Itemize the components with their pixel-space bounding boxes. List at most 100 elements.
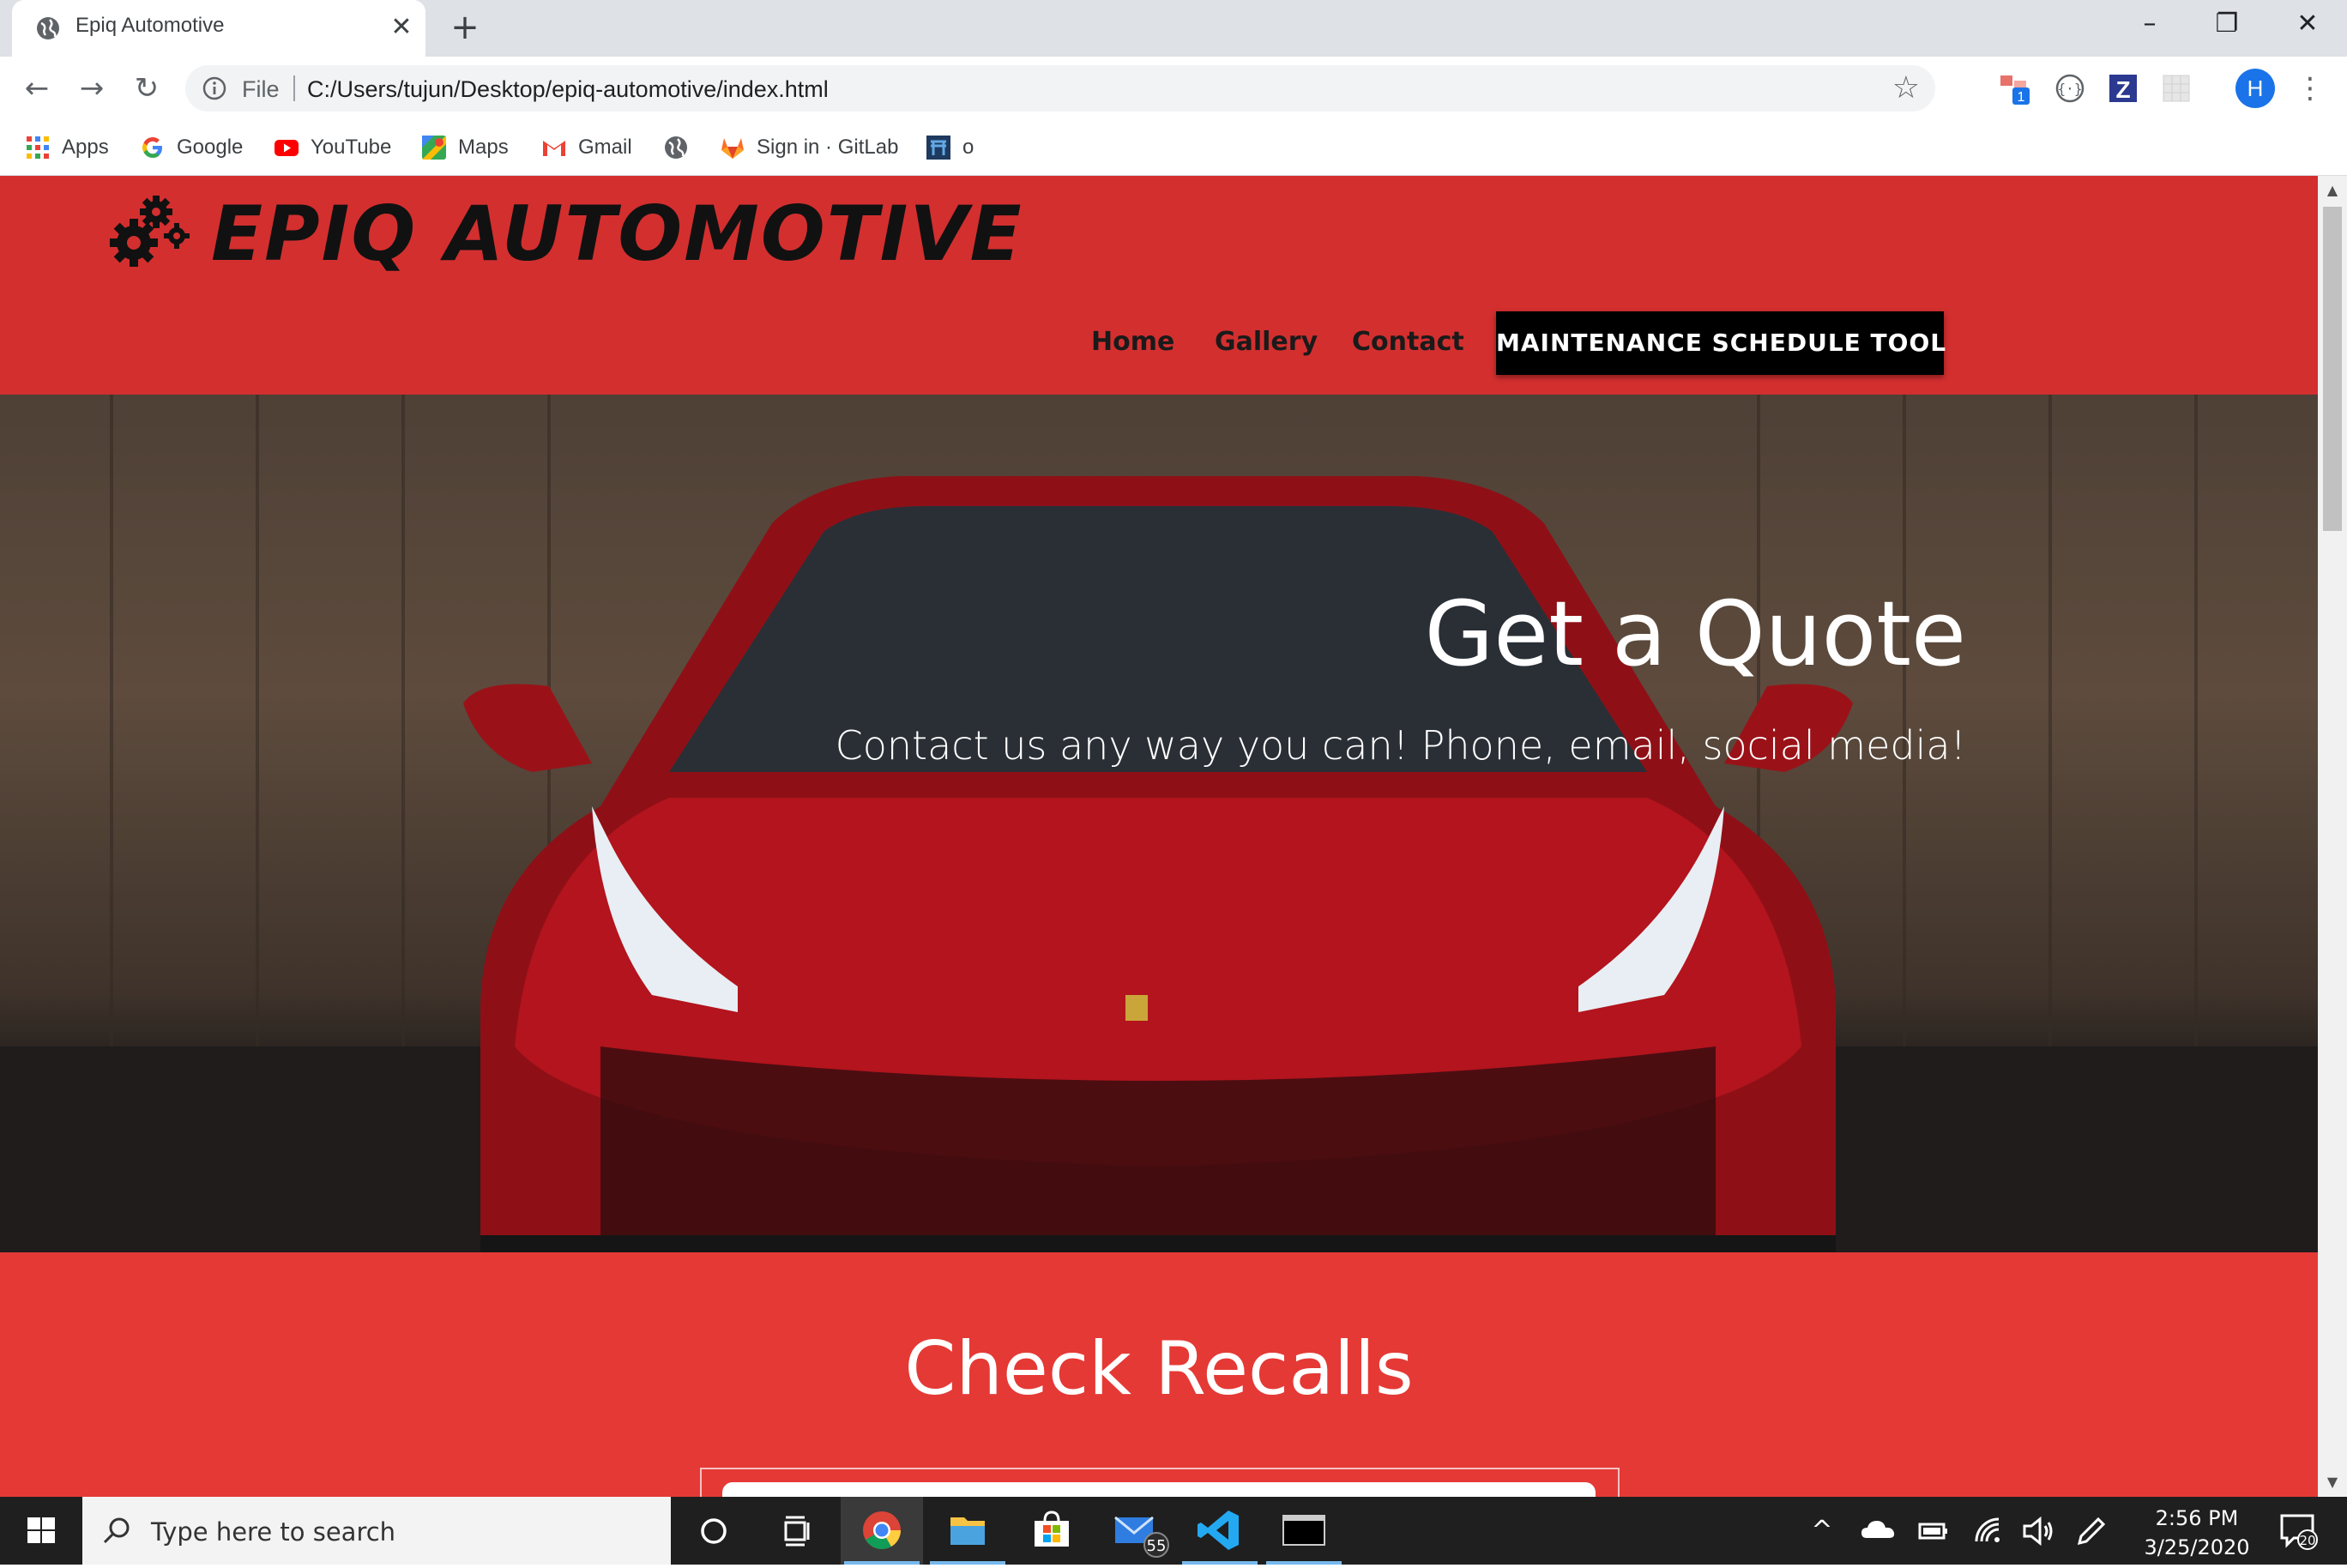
address-divider [293,75,295,101]
bookmark-label: o [962,136,974,159]
maintenance-schedule-button[interactable]: MAINTENANCE SCHEDULE TOOL [1496,311,1946,375]
volume-icon[interactable] [2018,1511,2059,1552]
globe-icon [665,136,687,159]
bookmarks-bar: Apps Google YouTube Maps Gmail Sign in ·… [0,120,2347,176]
extension-network-icon[interactable]: 1 [1999,70,2035,106]
nav-home[interactable]: Home [1091,327,1174,357]
active-indicator [1266,1561,1342,1565]
nav-gallery[interactable]: Gallery [1215,327,1318,357]
chrome-icon [863,1511,901,1549]
maps-icon [422,136,446,160]
battery-icon[interactable] [1913,1511,1954,1552]
svg-text:Z: Z [2115,76,2130,103]
microsoft-store-icon[interactable] [1011,1497,1093,1565]
browser-tab[interactable]: Epiq Automotive ✕ [12,0,425,57]
terminal-icon [1282,1515,1325,1546]
globe-icon [37,17,59,39]
info-icon[interactable] [201,75,228,102]
close-window-icon[interactable]: ✕ [2282,5,2333,43]
bookmark-globe[interactable] [662,130,700,165]
tab-title: Epiq Automotive [75,14,225,37]
clock-date: 3/25/2020 [2144,1535,2250,1559]
bookmark-star-icon[interactable]: ☆ [1892,72,1920,105]
bookmark-gmail[interactable]: Gmail [540,130,632,165]
scroll-thumb[interactable] [2323,207,2342,531]
reload-icon[interactable]: ↻ [127,69,166,108]
vscode-icon [1198,1511,1239,1550]
taskbar: Type here to search 55 ^ 2:56 PM 3/25/20… [0,1497,2347,1565]
mail-icon: 55 [1114,1516,1169,1558]
notification-count: 20 [2299,1533,2315,1548]
extension-grid-icon[interactable] [2158,70,2194,106]
windows-start-icon[interactable] [0,1497,82,1565]
extension-badge: 1 [2018,90,2025,105]
taskbar-terminal[interactable] [1263,1497,1345,1565]
nav-contact[interactable]: Contact [1352,327,1464,357]
bookmark-label: Sign in · GitLab [757,136,899,159]
page-viewport: EPIQ AUTOMOTIVE Home Gallery Contact MAI… [0,176,2318,1497]
scroll-down-icon[interactable]: ▼ [2318,1469,2347,1495]
scroll-up-icon[interactable]: ▲ [2318,178,2347,203]
browser-menu-icon[interactable]: ⋮ [2296,69,2325,108]
active-indicator [930,1561,1005,1565]
taskbar-mail[interactable]: 55 [1096,1497,1179,1565]
search-placeholder: Type here to search [151,1517,396,1547]
system-clock[interactable]: 2:56 PM 3/25/2020 [2124,1504,2270,1562]
hero-car-image [0,395,2318,1252]
site-header: EPIQ AUTOMOTIVE Home Gallery Contact MAI… [0,176,2318,395]
address-url[interactable]: C:/Users/tujun/Desktop/epiq-automotive/i… [307,76,829,103]
onedrive-cloud-icon[interactable] [1858,1511,1899,1552]
bookmark-apps[interactable]: Apps [24,130,109,165]
cortana-icon[interactable] [674,1497,757,1565]
gitlab-icon [721,138,744,159]
gears-icon [110,196,190,267]
bookmark-youtube[interactable]: YouTube [273,130,391,165]
google-icon [142,137,162,158]
browser-toolbar: ← → ↻ File C:/Users/tujun/Desktop/epiq-a… [0,57,2347,120]
close-tab-icon[interactable]: ✕ [384,10,419,45]
restore-icon[interactable]: ❐ [2201,5,2253,43]
taskbar-vscode[interactable] [1179,1497,1261,1565]
hero-title: Get a Quote [1424,582,1966,686]
recall-search-input[interactable] [722,1482,1596,1497]
hero-banner: Get a Quote Contact us any way you can! … [0,395,2318,1252]
forward-arrow-icon[interactable]: → [72,69,112,108]
taskbar-chrome[interactable] [841,1497,923,1565]
bookmark-app[interactable]: o [925,130,974,165]
brand-logo[interactable]: EPIQ AUTOMOTIVE [211,190,1023,278]
active-indicator [844,1561,920,1565]
page-scrollbar[interactable]: ▲ ▼ [2318,176,2347,1497]
bookmark-label: Google [177,136,244,159]
hero-subtitle: Contact us any way you can! Phone, email… [835,722,1966,769]
new-tab-button[interactable]: + [446,9,484,46]
bookmark-label: Maps [458,136,509,159]
bookmark-label: Gmail [578,136,632,159]
gmail-icon [543,140,565,156]
taskbar-search[interactable]: Type here to search [82,1497,671,1565]
youtube-icon [275,140,299,156]
back-arrow-icon[interactable]: ← [17,69,57,108]
profile-avatar[interactable]: H [2235,69,2275,108]
wifi-icon[interactable] [1968,1511,2009,1552]
chevron-up-icon[interactable]: ^ [1801,1511,1843,1552]
search-icon [103,1517,130,1544]
extension-z-icon[interactable]: Z [2105,70,2141,106]
mail-badge: 55 [1147,1537,1167,1555]
pen-icon[interactable] [2069,1511,2110,1552]
taskbar-file-explorer[interactable] [926,1497,1009,1565]
task-view-icon[interactable] [755,1497,837,1565]
bookmark-maps[interactable]: Maps [420,130,509,165]
bookmark-google[interactable]: Google [139,130,243,165]
bookmark-label: Apps [62,136,109,159]
notifications-icon[interactable]: 20 [2277,1509,2318,1550]
apps-grid-icon [27,136,49,159]
address-scheme: File [242,76,280,102]
address-bar[interactable]: File C:/Users/tujun/Desktop/epiq-automot… [185,65,1935,112]
minimize-icon[interactable]: – [2124,5,2175,43]
bookmark-gitlab[interactable]: Sign in · GitLab [719,130,898,165]
active-indicator [1182,1561,1258,1565]
extension-code-icon[interactable]: {·} [2052,70,2088,106]
clock-time: 2:56 PM [2155,1506,2239,1530]
bookmark-app-icon [926,136,950,160]
recalls-section: Check Recalls [0,1252,2318,1497]
